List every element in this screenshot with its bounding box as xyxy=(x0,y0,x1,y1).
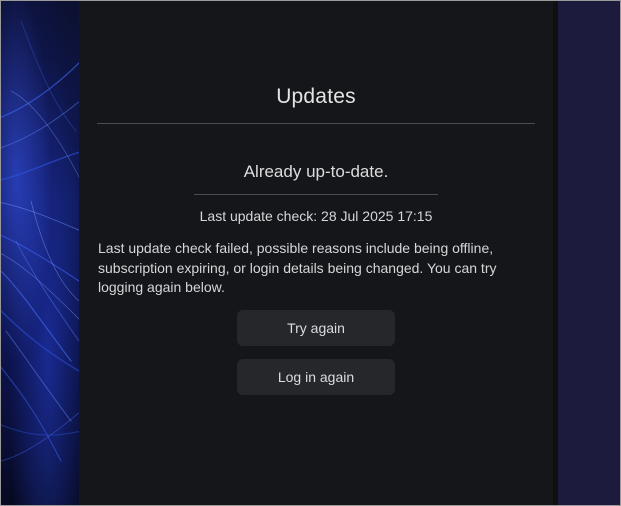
try-again-button[interactable]: Try again xyxy=(237,310,395,346)
wallpaper-streaks-image xyxy=(1,20,79,462)
update-failed-message: Last update check failed, possible reaso… xyxy=(98,240,497,295)
desktop-wallpaper xyxy=(1,1,79,505)
title-divider xyxy=(97,123,535,124)
window-frame: Updates Already up-to-date. Last update … xyxy=(0,0,621,506)
log-in-again-button[interactable]: Log in again xyxy=(237,359,395,395)
background-strip xyxy=(558,1,620,505)
update-status-text: Already up-to-date. xyxy=(243,162,389,181)
last-update-check-text: Last update check: 28 Jul 2025 17:15 xyxy=(199,208,433,224)
updates-panel: Updates Already up-to-date. Last update … xyxy=(79,1,553,505)
status-divider xyxy=(194,194,438,195)
updates-title: Updates xyxy=(276,85,356,108)
